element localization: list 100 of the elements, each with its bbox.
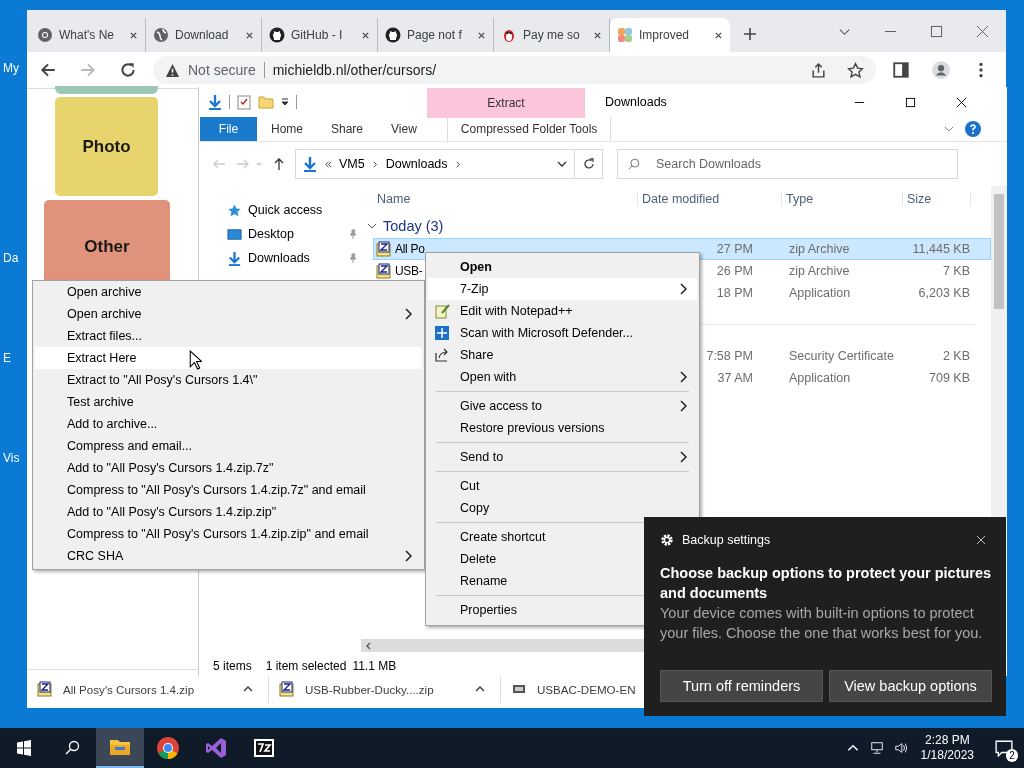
clock[interactable]: 2:28 PM 1/18/2023	[920, 733, 974, 763]
menu-item[interactable]: Scan with Microsoft Defender...	[428, 322, 697, 344]
menu-item[interactable]: Extract to "All Posy's Cursors 1.4\"	[35, 369, 422, 391]
menu-item[interactable]: Extract Here	[35, 347, 422, 369]
menu-item[interactable]: Open with	[428, 366, 697, 388]
contextual-tab-header: Extract	[427, 88, 585, 118]
new-tab-icon[interactable]	[743, 27, 757, 41]
reload-icon[interactable]	[119, 61, 137, 79]
browser-tab[interactable]: Download	[146, 18, 262, 52]
help-icon[interactable]	[965, 121, 981, 137]
size-cell: 7 KB	[942, 264, 970, 278]
ribbon-tab[interactable]: View	[377, 117, 431, 141]
cat-logo-icon	[269, 27, 285, 43]
pin-icon[interactable]	[348, 253, 358, 263]
menu-item[interactable]: CRC SHA	[35, 545, 422, 567]
menu-item[interactable]: Compress to "All Posy's Cursors 1.4.zip.7z" and email	[35, 479, 422, 501]
side-panel-icon[interactable]	[892, 61, 910, 79]
mouse-pointer-icon	[189, 350, 202, 370]
windows-start-icon[interactable]	[16, 740, 32, 756]
file-tab[interactable]: File	[200, 117, 257, 141]
penguin-icon	[501, 27, 517, 43]
type-cell: Application	[789, 286, 851, 300]
navigation-item[interactable]: Quick access	[199, 198, 361, 222]
menu-item[interactable]: Give access to	[428, 395, 697, 417]
item-count: 5 items	[213, 659, 252, 673]
close-icon[interactable]	[245, 30, 254, 40]
notification-button[interactable]: View backup options	[829, 670, 992, 702]
group-header[interactable]: Today (3)	[383, 218, 444, 234]
desktop-icon-label[interactable]: My	[0, 55, 27, 245]
desktop-icon-label[interactable]: E	[0, 345, 27, 445]
file-name: USB-	[395, 264, 423, 278]
chevron-down-icon[interactable]	[367, 221, 377, 231]
column-header[interactable]: Size	[903, 192, 971, 206]
menu-item[interactable]: 7-Zip	[428, 278, 697, 300]
breadcrumb-item[interactable]: Downloads	[385, 157, 448, 171]
back-arrow-icon[interactable]	[39, 61, 57, 79]
menu-item[interactable]: Edit with Notepad++	[428, 300, 697, 322]
ribbon-tab[interactable]: Share	[317, 117, 378, 141]
chevron-right-icon[interactable]	[370, 159, 380, 169]
close-icon[interactable]	[477, 30, 486, 40]
menu-item[interactable]: Send to	[428, 446, 697, 468]
menu-item[interactable]: Compress to "All Posy's Cursors 1.4.zip.zip" and email	[35, 523, 422, 545]
navigation-item[interactable]: Downloads	[199, 246, 361, 270]
cat-logo-icon	[385, 27, 401, 43]
menu-item[interactable]: Add to archive...	[35, 413, 422, 435]
profile-avatar-icon[interactable]	[932, 61, 950, 79]
menu-item[interactable]: Test archive	[35, 391, 422, 413]
breadcrumb-item[interactable]: VM5	[339, 157, 365, 171]
network-icon[interactable]	[869, 741, 884, 755]
menu-item[interactable]: Cut	[428, 475, 697, 497]
size-cell: 11,445 KB	[912, 242, 970, 256]
browser-tab[interactable]: Page not f	[378, 18, 494, 52]
desktop-icon-label[interactable]: Da	[0, 245, 27, 345]
globe-icon	[153, 27, 169, 43]
close-icon[interactable]	[714, 30, 723, 40]
ribbon-tab[interactable]: Home	[257, 117, 317, 141]
pin-icon[interactable]	[348, 229, 358, 239]
menu-item[interactable]: Share	[428, 344, 697, 366]
browser-tab[interactable]: Improved	[610, 18, 730, 52]
warning-icon	[165, 62, 180, 78]
desktop-icon-label[interactable]: Vis	[0, 445, 27, 545]
close-icon[interactable]	[129, 30, 138, 40]
notification-body: Your device comes with built-in options to protect your files. Choose the one that works best for you.	[660, 604, 984, 643]
close-icon[interactable]	[361, 30, 370, 40]
double-chevron-icon[interactable]	[324, 159, 333, 169]
dropdown-icon[interactable]	[280, 97, 290, 107]
properties-icon[interactable]	[236, 94, 252, 110]
column-header[interactable]: Date modified	[638, 192, 782, 206]
close-icon[interactable]	[956, 96, 967, 108]
url-text: michieldb.nl/other/cursors/	[272, 62, 437, 78]
scroll-left-icon[interactable]	[365, 641, 373, 650]
address-bar[interactable]: Not secure michieldb.nl/other/cursors/	[153, 56, 876, 84]
menu-item[interactable]: Add to "All Posy's Cursors 1.4.zip.7z"	[35, 457, 422, 479]
maximize-icon[interactable]	[905, 96, 916, 108]
column-header[interactable]: Name	[373, 192, 638, 206]
chevron-right-icon[interactable]	[453, 159, 463, 169]
navigation-item[interactable]: Desktop	[199, 222, 361, 246]
browser-tab[interactable]: What's Ne	[30, 18, 146, 52]
menu-item[interactable]: Add to "All Posy's Cursors 1.4.zip.zip"	[35, 501, 422, 523]
close-icon[interactable]	[976, 535, 986, 545]
browser-tab[interactable]: GitHub - I	[262, 18, 378, 52]
taskbar-app-button[interactable]	[96, 728, 144, 768]
star-icon[interactable]	[847, 61, 864, 79]
menu-item[interactable]: Restore previous versions	[428, 417, 697, 439]
notification-button[interactable]: Turn off reminders	[660, 670, 823, 702]
search-field[interactable]: Search Downloads	[617, 149, 958, 179]
refresh-button[interactable]	[575, 149, 603, 179]
download-arrow-icon[interactable]	[207, 94, 223, 110]
category-card[interactable]: Photo	[55, 97, 158, 196]
address-field[interactable]: VM5 Downloads	[295, 149, 575, 179]
search-icon[interactable]	[64, 740, 80, 756]
download-arrow-icon	[302, 156, 318, 172]
column-header[interactable]: Type	[782, 192, 903, 206]
menu-item[interactable]: Compress and email...	[35, 435, 422, 457]
volume-icon[interactable]	[893, 741, 908, 755]
close-icon[interactable]	[593, 30, 602, 40]
action-center-button[interactable]: 2	[984, 728, 1024, 768]
date-cell: 27 PM	[716, 242, 753, 256]
share-icon[interactable]	[810, 61, 827, 79]
menu-item[interactable]: Copy	[428, 497, 697, 519]
